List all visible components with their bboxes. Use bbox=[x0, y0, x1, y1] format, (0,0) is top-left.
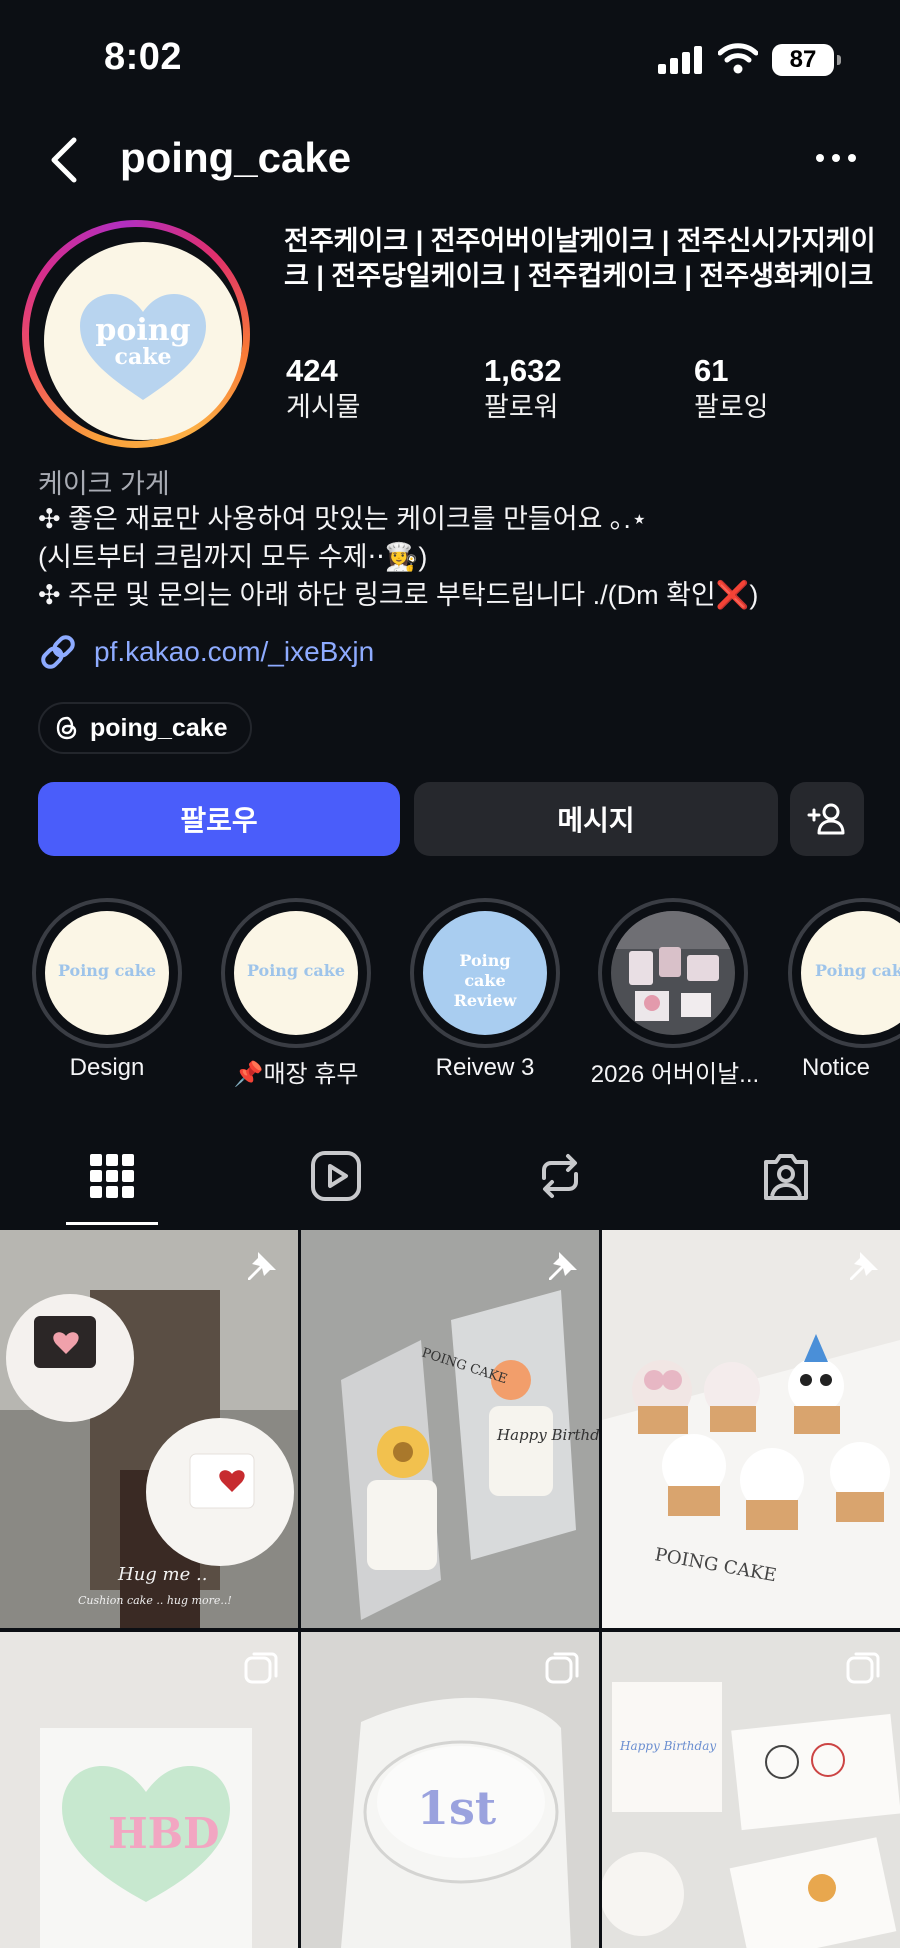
story-ring[interactable]: poing cake bbox=[22, 220, 250, 448]
threads-icon bbox=[56, 716, 77, 740]
profile-username: poing_cake bbox=[120, 134, 352, 181]
active-tab-indicator bbox=[66, 1222, 158, 1225]
multiple-photos-icon bbox=[545, 1652, 579, 1684]
stat-following[interactable]: 61 팔로잉 bbox=[694, 352, 769, 424]
svg-text:Hug me ..: Hug me .. bbox=[117, 1564, 207, 1585]
link-icon bbox=[41, 635, 75, 669]
bio-line: ✣ 주문 및 문의는 아래 하단 링크로 부탁드립니다 ./(Dm 확인❌) bbox=[38, 580, 759, 610]
post-image: POING CAKE bbox=[602, 1230, 900, 1628]
avatar[interactable]: poing cake bbox=[44, 242, 242, 440]
highlight-cover: Poing cake bbox=[234, 911, 358, 1035]
highlight-cover: Poing cake Review bbox=[423, 911, 547, 1035]
profile-link[interactable]: pf.kakao.com/_ixeBxjn bbox=[38, 632, 374, 672]
multiple-photos-icon bbox=[244, 1652, 278, 1684]
highlight-label: Notice bbox=[802, 1054, 871, 1081]
svg-text:Cushion cake .. hug more..!: Cushion cake .. hug more..! bbox=[78, 1594, 232, 1607]
highlight-store-closed[interactable]: Poing cake bbox=[221, 898, 371, 1048]
post-thumbnail[interactable]: HBD bbox=[0, 1632, 298, 1948]
highlight-review[interactable]: Poing cake Review bbox=[410, 898, 560, 1048]
highlight-label: Reivew 3 bbox=[435, 1054, 535, 1081]
highlight-cover: Poing cak bbox=[801, 911, 900, 1035]
back-chevron-icon[interactable] bbox=[44, 134, 84, 186]
stat-posts[interactable]: 424 게시물 bbox=[286, 352, 361, 424]
message-button[interactable]: 메시지 bbox=[414, 782, 778, 856]
svg-text:HBD: HBD bbox=[108, 1809, 220, 1858]
highlight-parents-day[interactable] bbox=[598, 898, 748, 1048]
svg-text:Happy Birthday: Happy Birthday bbox=[496, 1426, 599, 1444]
threads-badge[interactable]: poing_cake bbox=[38, 702, 252, 754]
tab-reels-icon[interactable] bbox=[308, 1148, 364, 1204]
bio-line: (시트부터 크림까지 모두 수제‧‧👩‍🍳) bbox=[38, 542, 428, 572]
stat-followers[interactable]: 1,632 팔로워 bbox=[484, 352, 562, 424]
bio-line: ✣ 좋은 재료만 사용하여 맛있는 케이크를 만들어요 ｡.⋆ bbox=[38, 504, 648, 534]
pinned-icon bbox=[248, 1250, 276, 1280]
photo-collage bbox=[611, 911, 735, 1035]
threads-handle: poing_cake bbox=[90, 713, 228, 742]
status-bar: 8:02 87 bbox=[0, 0, 900, 110]
follow-button[interactable]: 팔로우 bbox=[38, 782, 400, 856]
status-time: 8:02 bbox=[104, 36, 183, 78]
highlight-label: 2026 어버이날... bbox=[590, 1061, 760, 1088]
battery-icon: 87 bbox=[772, 44, 841, 76]
highlight-cover: Poing cake bbox=[45, 911, 169, 1035]
pinned-icon bbox=[850, 1250, 878, 1280]
avatar-logo-text: poing cake bbox=[95, 313, 191, 371]
highlight-label: Design bbox=[69, 1054, 145, 1081]
tab-posts-grid-icon[interactable] bbox=[84, 1148, 140, 1204]
profile-category: 케이크 가게 bbox=[38, 469, 170, 499]
more-options-icon[interactable] bbox=[814, 148, 858, 168]
post-thumbnail[interactable]: Hug me .. Cushion cake .. hug more..! bbox=[0, 1230, 298, 1628]
tab-reposts-icon[interactable] bbox=[532, 1148, 588, 1204]
profile-category-title: 전주케이크 | 전주어버이날케이크 | 전주신시가지케이크 | 전주당일케이크 … bbox=[284, 226, 876, 291]
highlight-cover bbox=[611, 911, 735, 1035]
pinned-icon bbox=[549, 1250, 577, 1280]
post-image: Hug me .. Cushion cake .. hug more..! bbox=[0, 1230, 298, 1628]
highlight-design[interactable]: Poing cake bbox=[32, 898, 182, 1048]
battery-level: 87 bbox=[789, 46, 817, 73]
multiple-photos-icon bbox=[846, 1652, 880, 1684]
highlight-label: 📌매장 휴무 bbox=[233, 1061, 359, 1088]
svg-text:1st: 1st bbox=[417, 1781, 497, 1835]
cellular-signal-icon bbox=[658, 46, 702, 74]
add-person-icon bbox=[807, 803, 845, 835]
profile-bio: ✣ 좋은 재료만 사용하여 맛있는 케이크를 만들어요 ｡.⋆ (시트부터 크림… bbox=[38, 500, 758, 614]
post-thumbnail[interactable]: 1st bbox=[301, 1632, 599, 1948]
post-thumbnail[interactable]: Happy Birthday bbox=[602, 1632, 900, 1948]
wifi-icon bbox=[718, 43, 758, 74]
highlight-notice[interactable]: Poing cak bbox=[788, 898, 900, 1048]
post-image: Happy Birthday POING CAKE bbox=[301, 1230, 599, 1628]
suggest-people-button[interactable] bbox=[790, 782, 864, 856]
svg-text:Happy Birthday: Happy Birthday bbox=[619, 1739, 716, 1753]
tab-tagged-icon[interactable] bbox=[758, 1148, 814, 1204]
profile-link-text[interactable]: pf.kakao.com/_ixeBxjn bbox=[94, 636, 374, 668]
post-thumbnail[interactable]: POING CAKE bbox=[602, 1230, 900, 1628]
post-thumbnail[interactable]: Happy Birthday POING CAKE bbox=[301, 1230, 599, 1628]
